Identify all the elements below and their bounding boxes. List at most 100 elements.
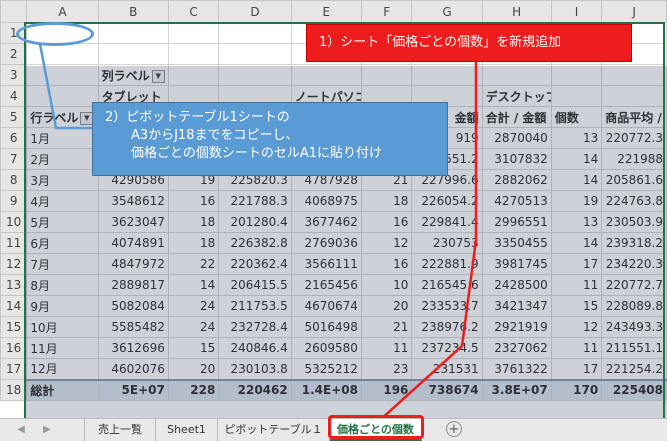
group-header-desktop[interactable]: デスクトップパソコン: [481, 85, 552, 107]
cell[interactable]: 224763.8: [601, 190, 667, 212]
cell[interactable]: 10: [360, 274, 413, 296]
col-header-h[interactable]: H: [481, 0, 552, 23]
cell[interactable]: 3350455: [481, 232, 552, 254]
row-header[interactable]: 13: [0, 274, 28, 296]
cell[interactable]: 4068975: [290, 190, 362, 212]
cell[interactable]: 220772.3: [601, 127, 667, 149]
col-header-e[interactable]: E: [290, 0, 362, 23]
cell[interactable]: 14: [167, 274, 220, 296]
cell[interactable]: [218, 64, 292, 86]
cell[interactable]: 237234.5: [411, 337, 483, 359]
col-header-b[interactable]: B: [97, 0, 169, 23]
cell[interactable]: 5082084: [97, 295, 169, 317]
filter-dropdown-icon[interactable]: ▼: [151, 69, 165, 83]
cell[interactable]: 222881.9: [411, 253, 483, 275]
cell[interactable]: 3981745: [481, 253, 552, 275]
row-label[interactable]: 12月: [26, 358, 99, 380]
cell[interactable]: 2769036: [290, 232, 362, 254]
add-sheet-icon[interactable]: +: [446, 421, 462, 437]
cell[interactable]: 5E+07: [97, 378, 169, 401]
cell[interactable]: 17: [550, 358, 603, 380]
col-header-i[interactable]: I: [550, 0, 603, 23]
cell[interactable]: 229841.4: [411, 211, 483, 233]
cell[interactable]: 3612696: [97, 337, 169, 359]
cell[interactable]: 3107832: [481, 148, 552, 170]
cell[interactable]: 228: [167, 378, 220, 401]
row-header[interactable]: 12: [0, 253, 28, 275]
cell[interactable]: 225408: [601, 378, 667, 401]
header-count[interactable]: 個数: [550, 106, 603, 128]
cell[interactable]: [601, 64, 667, 86]
cell[interactable]: 20: [360, 295, 413, 317]
cell[interactable]: [481, 64, 552, 86]
cell[interactable]: 211753.5: [218, 295, 292, 317]
tab-sales-list[interactable]: 売上一覧: [84, 419, 156, 441]
cell[interactable]: 221988: [601, 148, 667, 170]
cell[interactable]: 234220.3: [601, 253, 667, 275]
cell[interactable]: 233533.7: [411, 295, 483, 317]
cell[interactable]: [218, 22, 292, 44]
header-sum-amount[interactable]: 合計 / 金額: [481, 106, 552, 128]
cell[interactable]: 738674: [411, 378, 483, 401]
cell[interactable]: 232728.4: [218, 316, 292, 338]
cell[interactable]: 1.4E+08: [290, 378, 362, 401]
header-avg-amount[interactable]: 商品平均 / 金額: [601, 106, 667, 128]
cell[interactable]: [601, 85, 667, 107]
cell[interactable]: [26, 64, 99, 86]
cell[interactable]: [167, 43, 220, 65]
cell[interactable]: 13: [550, 211, 603, 233]
cell[interactable]: 206415.5: [218, 274, 292, 296]
cell[interactable]: 3548612: [97, 190, 169, 212]
row-header[interactable]: 18: [0, 379, 28, 401]
cell-a1[interactable]: [26, 22, 99, 44]
row-label[interactable]: 4月: [26, 190, 99, 212]
col-header-g[interactable]: G: [411, 0, 483, 23]
cell[interactable]: 18: [167, 232, 220, 254]
cell[interactable]: 220362.4: [218, 253, 292, 275]
row-header[interactable]: 6: [0, 127, 28, 149]
cell[interactable]: 15: [167, 337, 220, 359]
scroll-right-icon[interactable]: ▶: [40, 422, 54, 438]
row-header[interactable]: 2: [0, 43, 28, 65]
row-header[interactable]: 5: [0, 106, 28, 128]
cell[interactable]: 4670674: [290, 295, 362, 317]
cell[interactable]: 221788.3: [218, 190, 292, 212]
cell[interactable]: 196: [360, 378, 413, 401]
cell[interactable]: 231531: [411, 358, 483, 380]
row-label[interactable]: 3月: [26, 169, 99, 191]
cell[interactable]: 211551.1: [601, 337, 667, 359]
row-label[interactable]: 2月: [26, 148, 99, 170]
cell[interactable]: 5585482: [97, 316, 169, 338]
cell[interactable]: 12: [360, 232, 413, 254]
cell[interactable]: 14: [550, 148, 603, 170]
cell[interactable]: 216545.6: [411, 274, 483, 296]
cell[interactable]: [218, 43, 292, 65]
cell[interactable]: 3761322: [481, 358, 552, 380]
cell[interactable]: 2165456: [290, 274, 362, 296]
cell[interactable]: [550, 64, 603, 86]
cell[interactable]: 15: [550, 295, 603, 317]
cell[interactable]: [26, 85, 99, 107]
col-header-d[interactable]: D: [218, 0, 292, 23]
cell[interactable]: 170: [550, 378, 603, 401]
cell[interactable]: 3421347: [481, 295, 552, 317]
cell[interactable]: 18: [360, 190, 413, 212]
cell[interactable]: [167, 64, 220, 86]
cell[interactable]: 11: [550, 337, 603, 359]
cell[interactable]: 226382.8: [218, 232, 292, 254]
cell[interactable]: 3677462: [290, 211, 362, 233]
cell[interactable]: [290, 64, 362, 86]
row-header[interactable]: 9: [0, 190, 28, 212]
cell[interactable]: [360, 64, 413, 86]
cell[interactable]: 3.8E+07: [481, 378, 552, 401]
row-header[interactable]: 10: [0, 211, 28, 233]
col-header-j[interactable]: J: [601, 0, 667, 23]
cell[interactable]: 2889817: [97, 274, 169, 296]
row-header[interactable]: 4: [0, 85, 28, 107]
row-labels-cell[interactable]: 行ラベル ▼: [26, 106, 99, 128]
column-labels-cell[interactable]: 列ラベル ▼: [97, 64, 169, 86]
row-header[interactable]: 16: [0, 337, 28, 359]
cell[interactable]: 2609580: [290, 337, 362, 359]
cell[interactable]: 21: [360, 316, 413, 338]
cell[interactable]: 11: [360, 337, 413, 359]
